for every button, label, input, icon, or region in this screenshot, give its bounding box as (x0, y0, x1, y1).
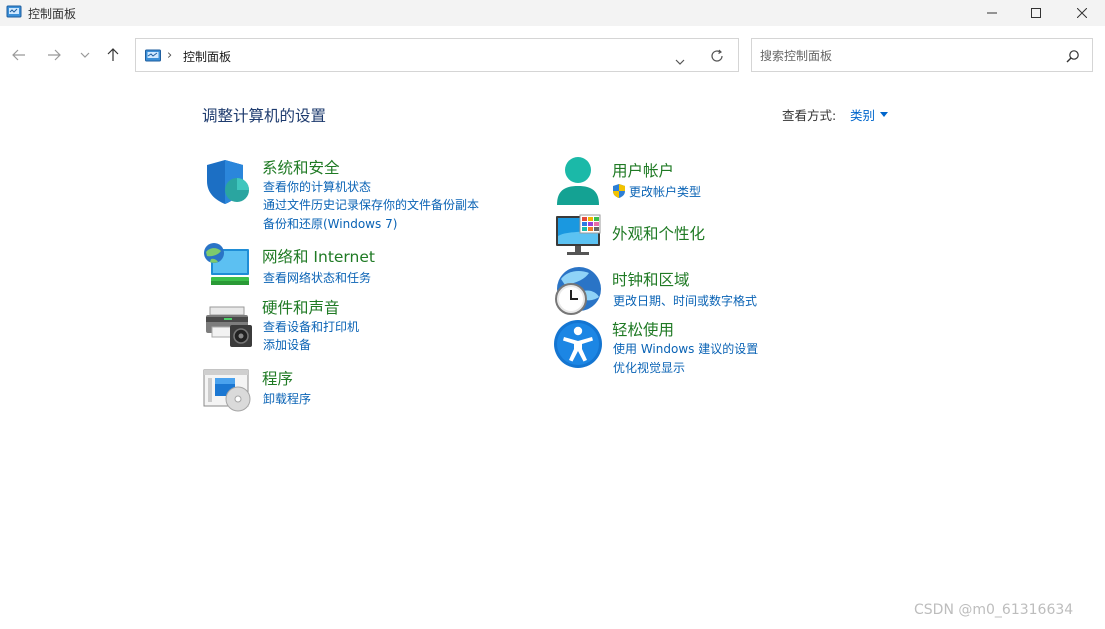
link-change-account-type[interactable]: 更改帐户类型 (629, 183, 701, 200)
address-dropdown-button[interactable] (675, 50, 685, 69)
category-title-ease-of-access[interactable]: 轻松使用 (612, 318, 674, 340)
link-change-date-time-format[interactable]: 更改日期、时间或数字格式 (613, 292, 757, 309)
title-bar: 控制面板 (0, 0, 1105, 26)
category-title-user-accounts[interactable]: 用户帐户 (612, 159, 674, 181)
arrow-right-icon (48, 49, 61, 61)
category-title-network[interactable]: 网络和 Internet (262, 245, 375, 267)
category-title-programs[interactable]: 程序 (262, 367, 293, 389)
control-panel-icon (145, 48, 161, 67)
network-globe-icon[interactable] (203, 243, 251, 293)
view-by-label: 查看方式: (782, 108, 837, 123)
page-title: 调整计算机的设置 (202, 107, 327, 125)
printer-speaker-icon[interactable] (204, 305, 252, 351)
category-title-clock-region[interactable]: 时钟和区域 (612, 268, 690, 290)
breadcrumb-separator: › (167, 48, 173, 63)
view-by-value: 类别 (850, 108, 876, 123)
category-title-system-security[interactable]: 系统和安全 (262, 156, 340, 178)
link-network-status[interactable]: 查看网络状态和任务 (263, 269, 371, 286)
link-devices-printers[interactable]: 查看设备和打印机 (263, 318, 359, 335)
user-avatar-icon[interactable] (554, 155, 602, 211)
shield-icon[interactable] (204, 159, 252, 209)
address-bar[interactable]: › 控制面板 (135, 38, 739, 72)
link-file-history-backup[interactable]: 通过文件历史记录保存你的文件备份副本 (263, 196, 479, 213)
link-uninstall-program[interactable]: 卸载程序 (263, 390, 311, 407)
link-view-computer-status[interactable]: 查看你的计算机状态 (263, 178, 371, 195)
recent-locations-button[interactable] (73, 43, 97, 67)
breadcrumb-item[interactable]: 控制面板 (183, 48, 231, 65)
refresh-icon (711, 49, 723, 62)
uac-shield-icon (612, 183, 626, 202)
chevron-down-icon (80, 52, 90, 58)
minimize-icon (987, 12, 997, 14)
maximize-icon (1031, 8, 1041, 18)
search-icon[interactable] (1066, 48, 1080, 67)
chevron-down-icon (675, 59, 685, 65)
view-by-dropdown[interactable]: 类别 (850, 105, 889, 124)
search-box[interactable] (751, 38, 1093, 72)
refresh-button[interactable] (710, 48, 724, 67)
maximize-button[interactable] (1013, 0, 1059, 26)
search-input[interactable] (760, 47, 1050, 65)
forward-button[interactable] (42, 43, 66, 67)
category-title-hardware[interactable]: 硬件和声音 (262, 296, 340, 318)
arrow-up-icon (107, 48, 119, 61)
arrow-left-icon (12, 49, 25, 61)
accessibility-icon[interactable] (553, 319, 603, 373)
back-button[interactable] (7, 43, 31, 67)
dropdown-arrow-icon (880, 112, 889, 117)
category-title-appearance[interactable]: 外观和个性化 (612, 222, 705, 244)
watermark: CSDN @m0_61316634 (914, 602, 1074, 618)
control-panel-icon (6, 4, 22, 20)
close-button[interactable] (1059, 0, 1105, 26)
up-button[interactable] (101, 43, 125, 67)
close-icon (1077, 8, 1087, 18)
minimize-button[interactable] (969, 0, 1015, 26)
monitor-personalization-icon[interactable] (555, 214, 603, 262)
link-optimize-visual-display[interactable]: 优化视觉显示 (613, 359, 685, 376)
programs-disc-icon[interactable] (203, 368, 253, 418)
link-add-device[interactable]: 添加设备 (263, 336, 311, 353)
link-backup-restore[interactable]: 备份和还原(Windows 7) (263, 215, 397, 232)
window-title: 控制面板 (28, 7, 77, 21)
clock-globe-icon[interactable] (553, 265, 603, 321)
link-recommended-settings[interactable]: 使用 Windows 建议的设置 (613, 340, 758, 357)
